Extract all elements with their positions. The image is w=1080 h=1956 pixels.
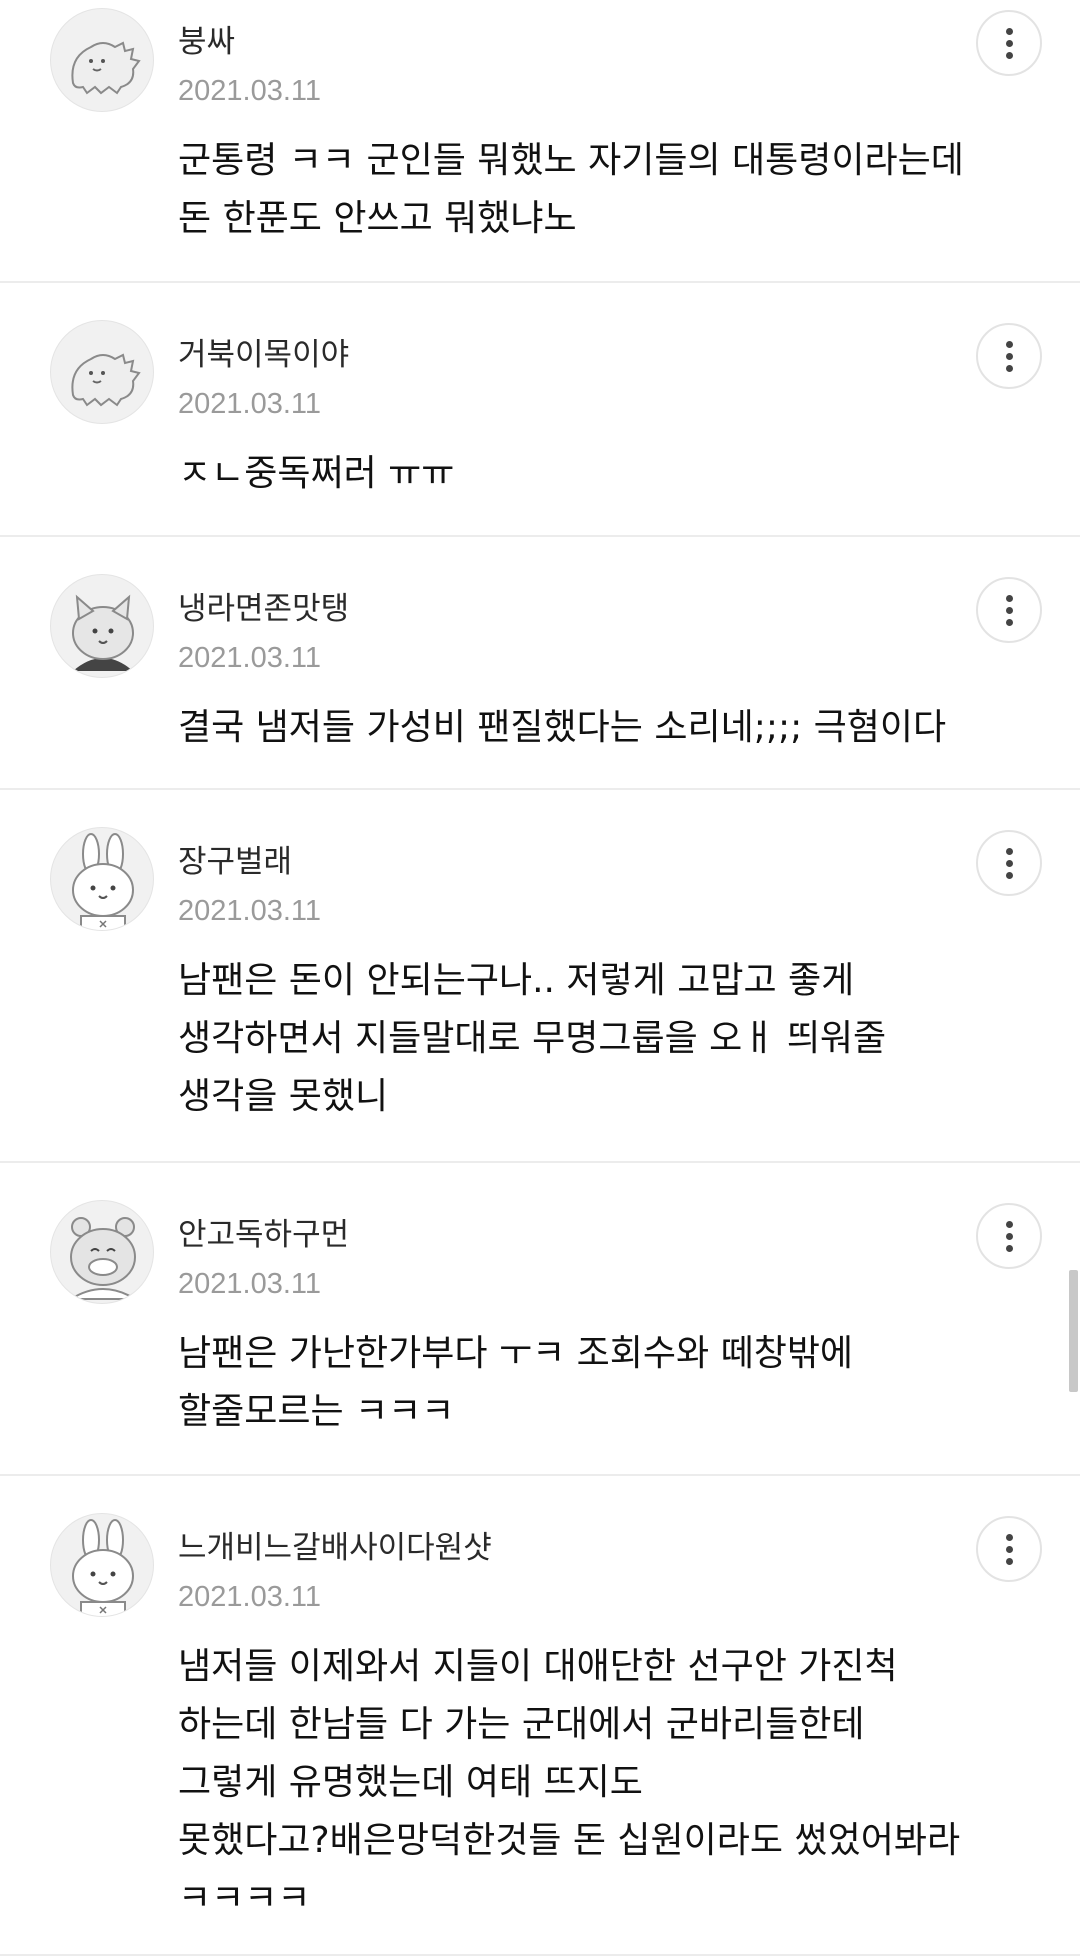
comment-date: 2021.03.11	[178, 1268, 321, 1300]
author-name[interactable]: 붕싸	[178, 22, 235, 62]
comment-item: 장구벌래 2021.03.11 남팬은 돈이 안되는구나.. 저렇게 고맙고 좋…	[0, 790, 1080, 1163]
scrollbar-thumb[interactable]	[1069, 1270, 1078, 1392]
comment-text: 결국 냄저들 가성비 팬질했다는 소리네;;;; 극혐이다	[178, 707, 947, 748]
comment-text: 군통령 ㅋㅋ 군인들 뭐했노 자기들의 대통령이라는데 돈 한푼도 안쓰고 뭐했…	[178, 140, 964, 239]
comment-date: 2021.03.11	[178, 1581, 321, 1613]
author-name[interactable]: 냉라면존맛탱	[178, 589, 349, 629]
more-options-button[interactable]	[976, 830, 1042, 896]
comment-text: 남팬은 돈이 안되는구나.. 저렇게 고맙고 좋게 생각하면서 지들말대로 무명…	[178, 960, 887, 1117]
comment-text: 남팬은 가난한가부다 ㅜㅋ 조회수와 떼창밖에 할줄모르는 ㅋㅋㅋ	[178, 1333, 854, 1432]
comment-date: 2021.03.11	[178, 642, 321, 674]
dinosaur-avatar-icon[interactable]	[50, 8, 154, 112]
more-options-button[interactable]	[976, 577, 1042, 643]
author-name[interactable]: 느개비느갈배사이다원샷	[178, 1528, 492, 1568]
more-options-button[interactable]	[976, 1516, 1042, 1582]
comment-item: 느개비느갈배사이다원샷 2021.03.11 냄저들 이제와서 지들이 대애단한…	[0, 1476, 1080, 1956]
comment-item: 안고독하구먼 2021.03.11 남팬은 가난한가부다 ㅜㅋ 조회수와 떼창밖…	[0, 1163, 1080, 1476]
cat-avatar-icon[interactable]	[50, 574, 154, 678]
more-options-button[interactable]	[976, 10, 1042, 76]
author-name[interactable]: 거북이목이야	[178, 335, 349, 375]
comment-list-page: 붕싸 2021.03.11 군통령 ㅋㅋ 군인들 뭐했노 자기들의 대통령이라는…	[0, 0, 1080, 1956]
comment-date: 2021.03.11	[178, 388, 321, 420]
rabbit-avatar-icon[interactable]	[50, 1513, 154, 1617]
more-options-button[interactable]	[976, 323, 1042, 389]
comment-text: ㅈㄴ중독쩌러 ㅠㅠ	[178, 453, 455, 494]
comment-item: 냉라면존맛탱 2021.03.11 결국 냄저들 가성비 팬질했다는 소리네;;…	[0, 537, 1080, 790]
comment-item: 붕싸 2021.03.11 군통령 ㅋㅋ 군인들 뭐했노 자기들의 대통령이라는…	[0, 0, 1080, 283]
author-name[interactable]: 장구벌래	[178, 842, 292, 882]
more-options-button[interactable]	[976, 1203, 1042, 1269]
author-name[interactable]: 안고독하구먼	[178, 1215, 349, 1255]
comment-text: 냄저들 이제와서 지들이 대애단한 선구안 가진척 하는데 한남들 다 가는 군…	[178, 1646, 961, 1919]
comment-date: 2021.03.11	[178, 895, 321, 927]
rabbit-avatar-icon[interactable]	[50, 827, 154, 931]
comment-date: 2021.03.11	[178, 75, 321, 107]
bear-avatar-icon[interactable]	[50, 1200, 154, 1304]
comment-item: 거북이목이야 2021.03.11 ㅈㄴ중독쩌러 ㅠㅠ	[0, 283, 1080, 537]
dinosaur-avatar-icon[interactable]	[50, 320, 154, 424]
